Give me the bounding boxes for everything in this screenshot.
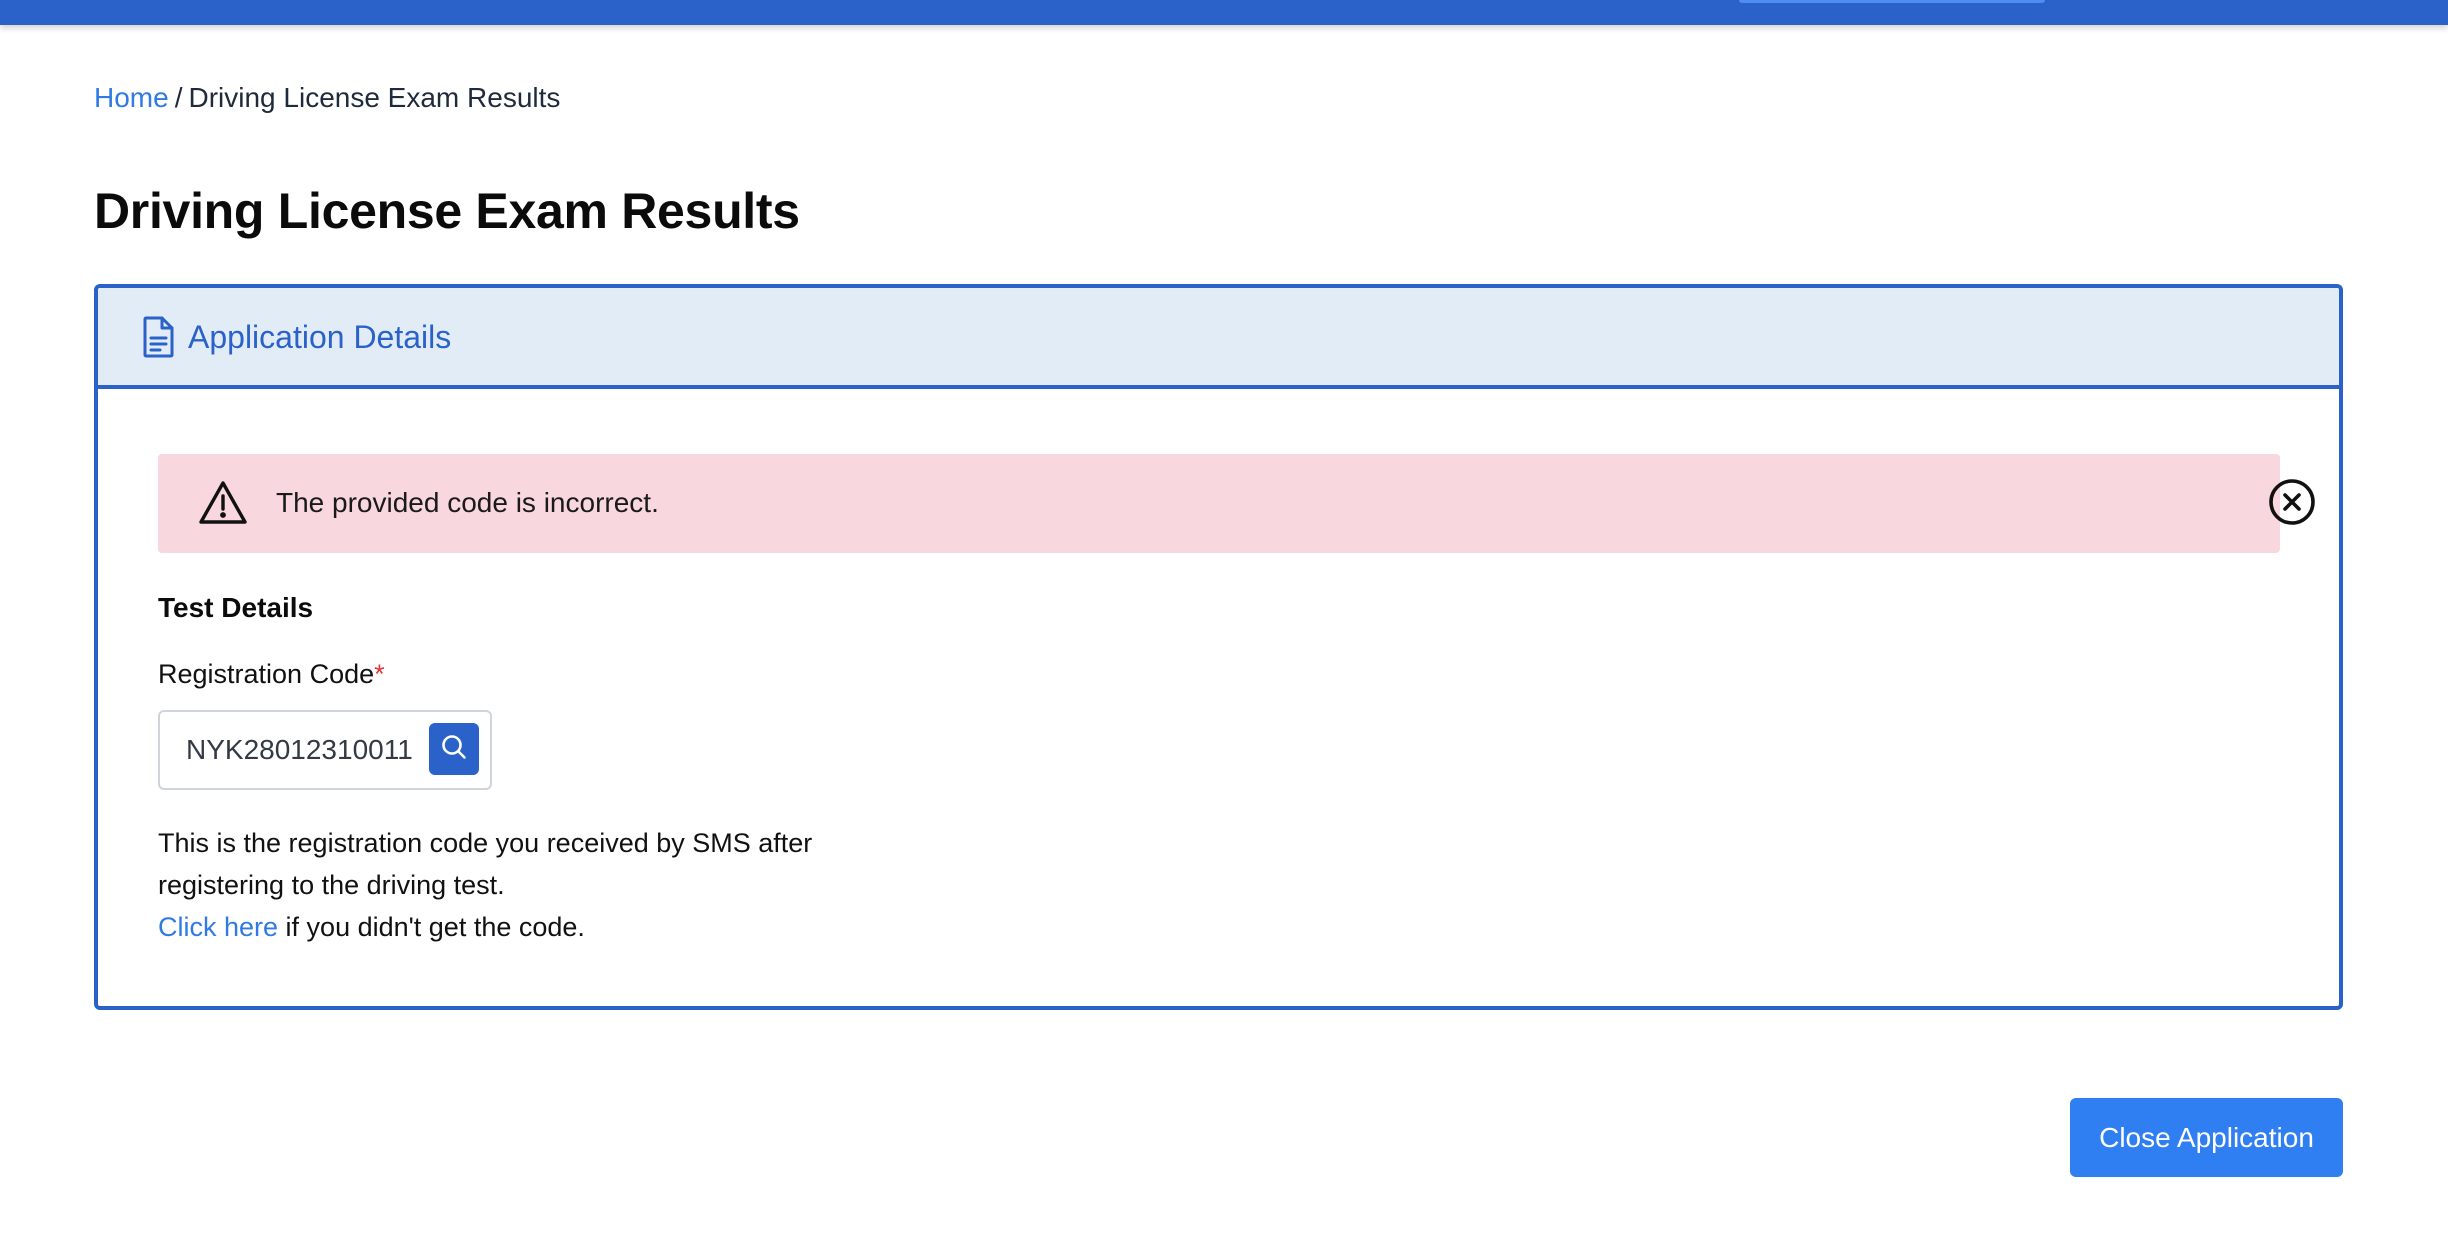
registration-code-field bbox=[158, 710, 492, 790]
search-button[interactable] bbox=[429, 723, 479, 775]
breadcrumb-home-link[interactable]: Home bbox=[94, 82, 169, 113]
close-application-button[interactable]: Close Application bbox=[2070, 1098, 2343, 1177]
panel-header: Application Details bbox=[98, 288, 2339, 389]
document-icon bbox=[142, 316, 174, 358]
breadcrumb-current: Driving License Exam Results bbox=[188, 82, 561, 113]
application-details-panel: Application Details The provided code is… bbox=[94, 284, 2343, 1010]
resend-code-link[interactable]: Click here bbox=[158, 912, 278, 942]
registration-code-label: Registration Code* bbox=[158, 656, 385, 692]
top-navbar bbox=[0, 0, 2448, 25]
registration-help-text: This is the registration code you receiv… bbox=[158, 822, 878, 948]
help-link-suffix: if you didn't get the code. bbox=[278, 912, 585, 942]
search-icon bbox=[440, 733, 468, 766]
warning-triangle-icon bbox=[198, 480, 248, 526]
test-details-heading: Test Details bbox=[158, 592, 314, 623]
registration-code-input[interactable] bbox=[162, 714, 422, 786]
page-title: Driving License Exam Results bbox=[94, 183, 800, 239]
error-alert: The provided code is incorrect. bbox=[158, 454, 2315, 553]
navbar-active-tab-indicator[interactable] bbox=[1739, 0, 2045, 3]
required-marker: * bbox=[374, 659, 385, 689]
breadcrumb: Home / Driving License Exam Results bbox=[94, 80, 560, 116]
help-description: This is the registration code you receiv… bbox=[158, 828, 813, 900]
alert-message: The provided code is incorrect. bbox=[276, 487, 659, 518]
registration-code-label-text: Registration Code bbox=[158, 659, 375, 689]
breadcrumb-separator: / bbox=[174, 82, 183, 113]
close-alert-icon[interactable] bbox=[2268, 478, 2316, 526]
panel-header-title: Application Details bbox=[188, 318, 452, 355]
